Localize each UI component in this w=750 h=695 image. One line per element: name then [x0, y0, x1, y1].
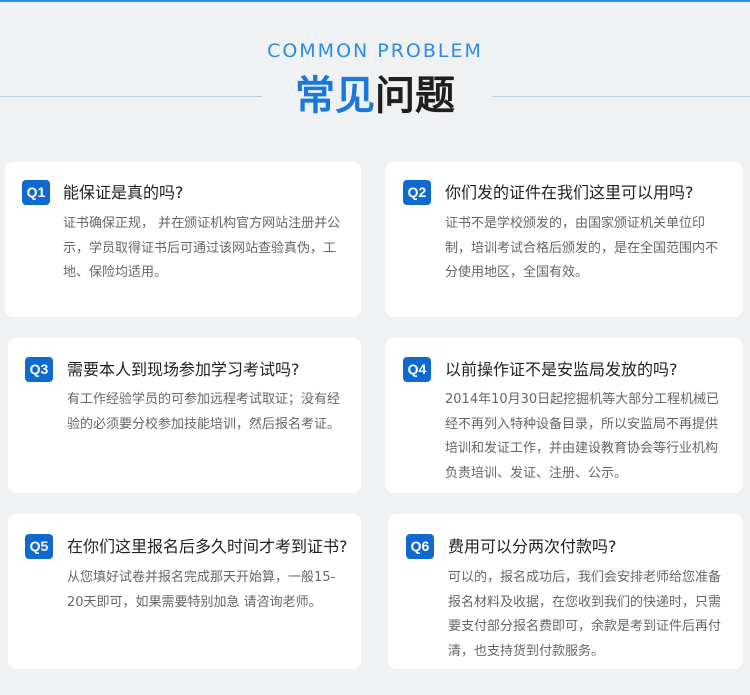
- section-header: COMMON PROBLEM 常见问题: [0, 2, 750, 152]
- faq-badge-q3: Q3: [25, 357, 53, 382]
- faq-card-q2: Q2 你们发的证件在我们这里可以用吗? 证书不是学校颁发的，由国家颁证机关单位印…: [385, 162, 743, 317]
- faq-badge-q5: Q5: [25, 534, 53, 559]
- faq-card-q1: Q1 能保证是真的吗? 证书确保正规， 并在颁证机构官方网站注册并公示，学员取得…: [5, 162, 361, 317]
- faq-answer-q5: 从您填好试卷并报名完成那天开始算，一般15-20天即可，如果需要特别加急 请咨询…: [67, 570, 336, 610]
- faq-question-q6: 费用可以分两次付款吗?: [448, 537, 617, 556]
- faq-answer-q2: 证书不是学校颁发的，由国家颁证机关单位印制，培训考试合格后颁发的，是在全国范围内…: [445, 216, 719, 280]
- section-title-rest: 问题: [375, 73, 455, 119]
- section-title-highlight: 常见: [295, 73, 375, 119]
- faq-question-q4: 以前操作证不是安监局发放的吗?: [445, 360, 678, 379]
- faq-question-q5: 在你们这里报名后多久时间才考到证书?: [67, 537, 348, 556]
- faq-badge-q2: Q2: [403, 180, 431, 205]
- faq-badge-q6: Q6: [406, 534, 434, 559]
- faq-card-q4: Q4 以前操作证不是安监局发放的吗? 2014年10月30日起挖掘机等大部分工程…: [385, 338, 743, 493]
- faq-answer-q1: 证书确保正规， 并在颁证机构官方网站注册并公示，学员取得证书后可通过该网站查验真…: [63, 216, 341, 280]
- faq-answer-q4: 2014年10月30日起挖掘机等大部分工程机械已经不再列入特种设备目录，所以安监…: [445, 392, 720, 481]
- faq-badge-q1: Q1: [22, 180, 50, 205]
- faq-question-q2: 你们发的证件在我们这里可以用吗?: [445, 183, 694, 202]
- section-subtitle: COMMON PROBLEM: [267, 40, 483, 62]
- faq-answer-q3: 有工作经验学员的可参加远程考试取证；没有经验的必须要分校参加技能培训，然后报名考…: [67, 392, 341, 432]
- faq-card-q6: Q6 费用可以分两次付款吗? 可以的，报名成功后，我们会安排老师给您准备报名材料…: [388, 514, 743, 669]
- faq-question-q1: 能保证是真的吗?: [63, 183, 184, 202]
- section-title: 常见问题: [0, 68, 750, 124]
- faq-card-q3: Q3 需要本人到现场参加学习考试吗? 有工作经验学员的可参加远程考试取证；没有经…: [8, 338, 361, 493]
- faq-answer-q6: 可以的，报名成功后，我们会安排老师给您准备报名材料及收据，在您收到我们的快递时，…: [448, 570, 722, 659]
- faq-badge-q4: Q4: [403, 357, 431, 382]
- faq-question-q3: 需要本人到现场参加学习考试吗?: [67, 360, 300, 379]
- faq-card-q5: Q5 在你们这里报名后多久时间才考到证书? 从您填好试卷并报名完成那天开始算，一…: [8, 514, 361, 669]
